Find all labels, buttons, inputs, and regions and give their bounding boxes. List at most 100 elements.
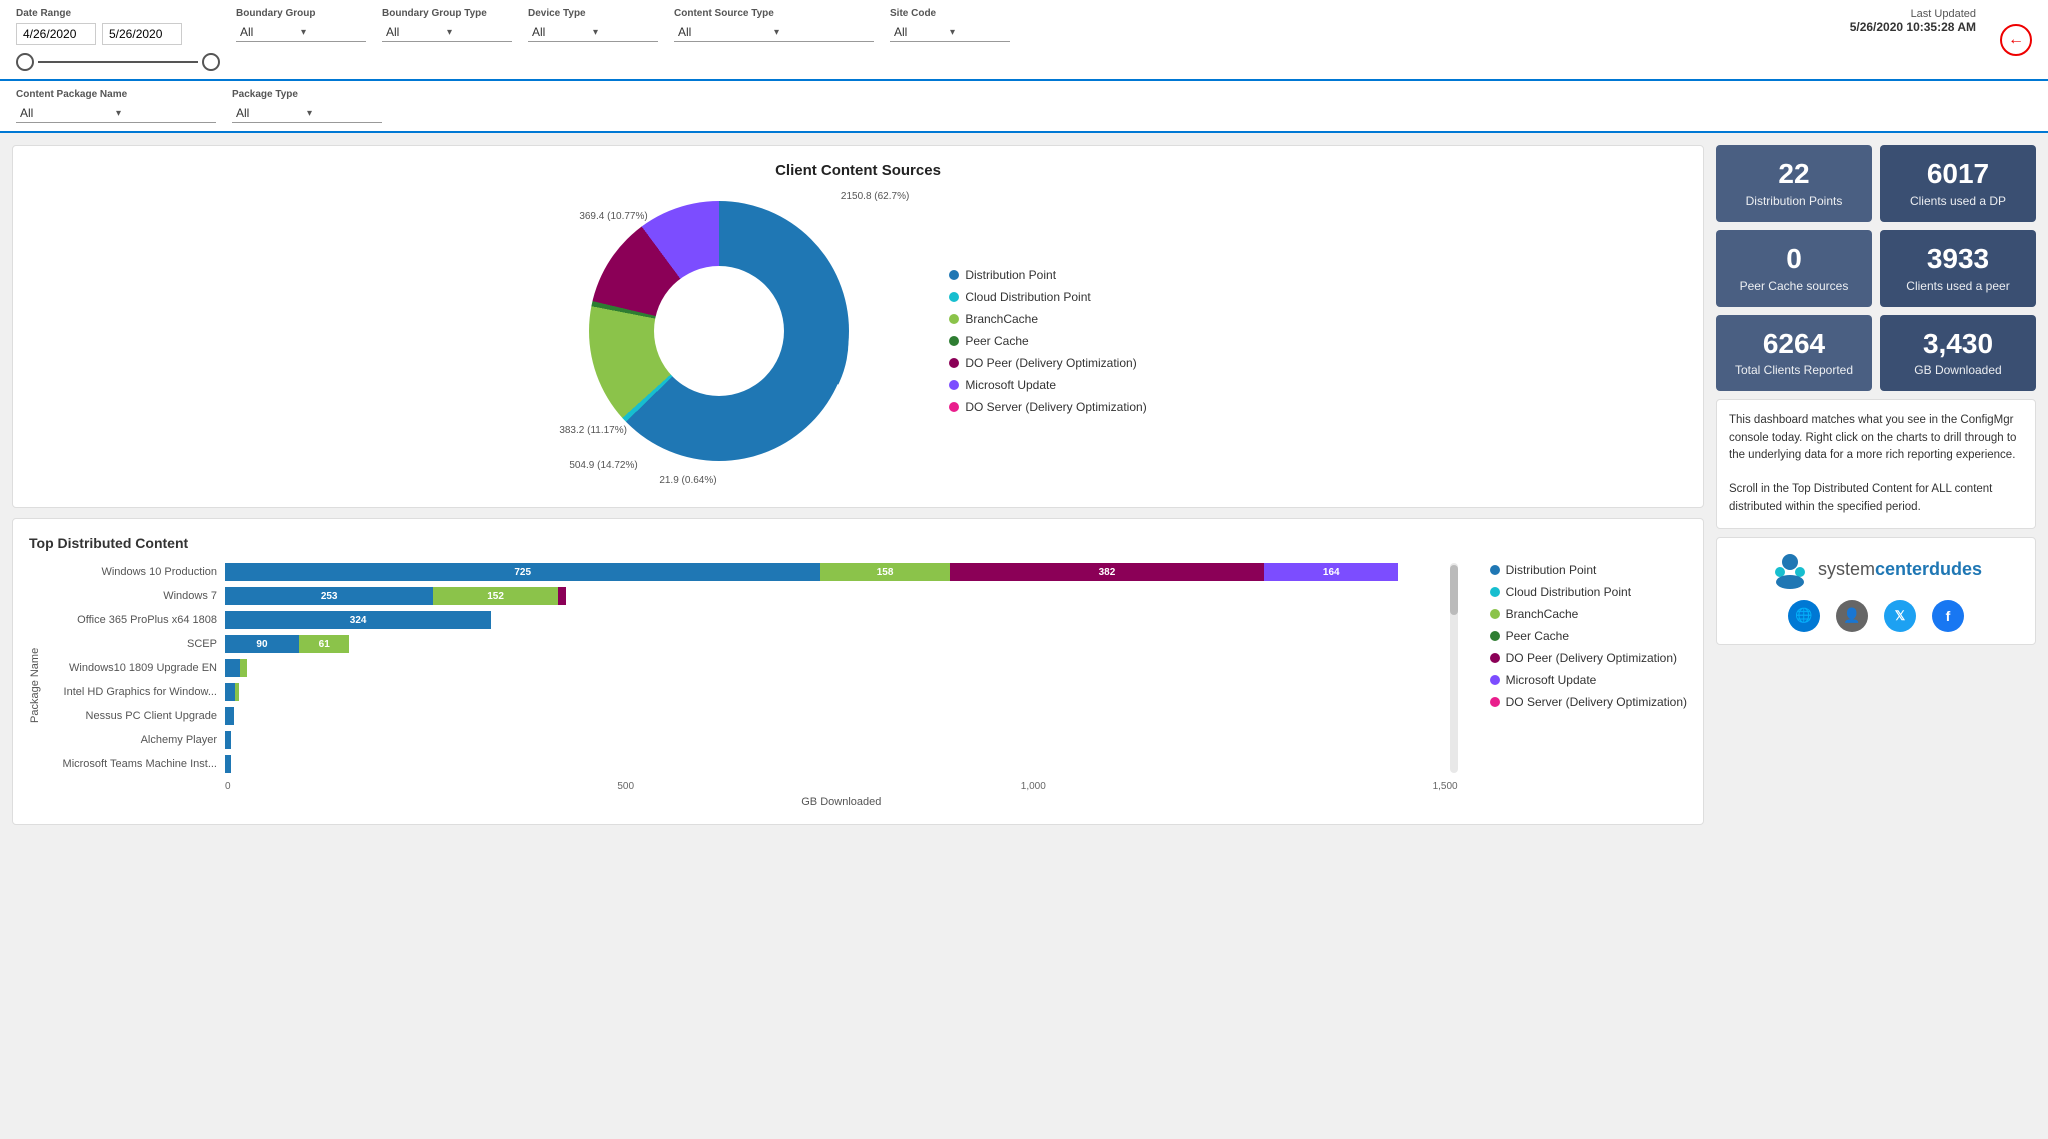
stat-label-total-clients: Total Clients Reported: [1732, 363, 1856, 377]
legend-item-ms-update: Microsoft Update: [949, 378, 1146, 392]
donut-label-dopeer: 383.2 (11.17%): [559, 425, 627, 436]
stat-card-peer-cache: 0 Peer Cache sources: [1716, 230, 1872, 307]
package-type-select[interactable]: All ▾: [232, 104, 382, 123]
content-package-name-value: All: [20, 106, 116, 120]
donut-hole: [654, 266, 784, 396]
brand-light: system: [1818, 559, 1875, 579]
facebook-button[interactable]: f: [1932, 600, 1964, 632]
bar-legend-item-cloud-dp: Cloud Distribution Point: [1490, 585, 1687, 599]
content-source-type-select[interactable]: All ▾: [674, 23, 874, 42]
bar-legend-item-do-server: DO Server (Delivery Optimization): [1490, 695, 1687, 709]
date-to-input[interactable]: [102, 23, 182, 45]
donut-chart-title: Client Content Sources: [29, 162, 1687, 179]
bar-segments: 725 158 382 164: [225, 563, 1458, 581]
stat-number-peer-cache: 0: [1732, 244, 1856, 275]
bar-legend-dot-branchcache: [1490, 609, 1500, 619]
bar-label: Intel HD Graphics for Window...: [57, 686, 217, 698]
package-type-filter: Package Type All ▾: [232, 89, 382, 123]
bar-segments: 90 61: [225, 635, 1458, 653]
bar-seg: [225, 683, 235, 701]
info-para-1: This dashboard matches what you see in t…: [1729, 412, 2023, 464]
top-bar: Date Range Boundary Group All ▾ Boundary…: [0, 0, 2048, 81]
bar-chart-area: Package Name Windows 10 Production 725 1…: [29, 563, 1687, 808]
stat-label-clients-peer: Clients used a peer: [1896, 279, 2020, 293]
twitter-button[interactable]: 𝕏: [1884, 600, 1916, 632]
table-row: Windows10 1809 Upgrade EN: [57, 659, 1458, 677]
stat-number-total-clients: 6264: [1732, 329, 1856, 360]
brand-bold: centerdudes: [1875, 559, 1982, 579]
bar-seg: 158: [820, 563, 949, 581]
scrollbar-thumb[interactable]: [1450, 565, 1458, 615]
back-button[interactable]: ←: [2000, 24, 2032, 56]
legend-item-dp: Distribution Point: [949, 268, 1146, 282]
table-row: Windows 10 Production 725 158 382 164: [57, 563, 1458, 581]
bar-seg: [225, 731, 231, 749]
bar-seg: [225, 755, 231, 773]
date-range-label: Date Range: [16, 8, 220, 19]
package-type-value: All: [236, 106, 307, 120]
boundary-group-type-select[interactable]: All ▾: [382, 23, 512, 42]
donut-label-msupdate: 369.4 (10.77%): [579, 211, 647, 222]
boundary-group-label: Boundary Group: [236, 8, 366, 19]
table-row: SCEP 90 61: [57, 635, 1458, 653]
bar-label: Windows10 1809 Upgrade EN: [57, 662, 217, 674]
slider-left-handle[interactable]: [16, 53, 34, 71]
device-type-chevron: ▾: [593, 27, 654, 38]
legend-label-cloud-dp: Cloud Distribution Point: [965, 290, 1090, 304]
content-package-name-select[interactable]: All ▾: [16, 104, 216, 123]
bar-legend-item-ms-update: Microsoft Update: [1490, 673, 1687, 687]
bar-segments: 253 152: [225, 587, 1458, 605]
donut-label-branchcache: 504.9 (14.72%): [569, 460, 637, 471]
x-tick: 0: [225, 781, 231, 792]
donut-label-dp: 2150.8 (62.7%): [841, 191, 909, 202]
x-tick: 500: [617, 781, 634, 792]
site-code-value: All: [894, 25, 950, 39]
bar-legend-label-do-server: DO Server (Delivery Optimization): [1506, 695, 1687, 709]
legend-dot-do-peer: [949, 358, 959, 368]
bar-legend-label-peer-cache: Peer Cache: [1506, 629, 1569, 643]
bar-x-ticks: 0 500 1,000 1,500: [225, 781, 1458, 792]
legend-dot-dp: [949, 270, 959, 280]
bar-legend-dot-peer-cache: [1490, 631, 1500, 641]
table-row: Office 365 ProPlus x64 1808 324: [57, 611, 1458, 629]
bar-seg: 382: [950, 563, 1264, 581]
stat-number-clients-dp: 6017: [1896, 159, 2020, 190]
bar-segments: [225, 731, 1458, 749]
main-content: Client Content Sources: [0, 133, 2048, 837]
legend-item-branchcache: BranchCache: [949, 312, 1146, 326]
bar-label: Alchemy Player: [57, 734, 217, 746]
device-type-filter: Device Type All ▾: [528, 8, 658, 42]
bar-label: Windows 10 Production: [57, 566, 217, 578]
bar-label: SCEP: [57, 638, 217, 650]
boundary-group-select[interactable]: All ▾: [236, 23, 366, 42]
bar-segments: 324: [225, 611, 1458, 629]
boundary-group-chevron: ▾: [301, 27, 362, 38]
boundary-group-type-label: Boundary Group Type: [382, 8, 512, 19]
stat-number-dp: 22: [1732, 159, 1856, 190]
legend-dot-cloud-dp: [949, 292, 959, 302]
device-type-select[interactable]: All ▾: [528, 23, 658, 42]
device-type-value: All: [532, 25, 593, 39]
site-code-select[interactable]: All ▾: [890, 23, 1010, 42]
table-row: Alchemy Player: [57, 731, 1458, 749]
bar-chart-card: Top Distributed Content Package Name Win…: [12, 518, 1704, 825]
table-row: Intel HD Graphics for Window...: [57, 683, 1458, 701]
globe-button[interactable]: 🌐: [1788, 600, 1820, 632]
date-from-input[interactable]: [16, 23, 96, 45]
bar-chart-legend: Distribution Point Cloud Distribution Po…: [1490, 563, 1687, 808]
device-type-label: Device Type: [528, 8, 658, 19]
legend-item-do-server: DO Server (Delivery Optimization): [949, 400, 1146, 414]
bar-legend-label-ms-update: Microsoft Update: [1506, 673, 1597, 687]
donut-with-labels: 2150.8 (62.7%) 504.9 (14.72%) 383.2 (11.…: [569, 191, 909, 491]
bar-legend-dot-dp: [1490, 565, 1500, 575]
scd-logo-icon: [1770, 550, 1810, 590]
content-package-name-filter: Content Package Name All ▾: [16, 89, 216, 123]
bar-legend-label-do-peer: DO Peer (Delivery Optimization): [1506, 651, 1677, 665]
stat-row-2: 0 Peer Cache sources 3933 Clients used a…: [1716, 230, 2036, 307]
slider-right-handle[interactable]: [202, 53, 220, 71]
legend-dot-peer-cache: [949, 336, 959, 346]
support-button[interactable]: 👤: [1836, 600, 1868, 632]
stat-card-total-clients: 6264 Total Clients Reported: [1716, 315, 1872, 392]
site-code-chevron: ▾: [950, 27, 1006, 38]
right-panel: 22 Distribution Points 6017 Clients used…: [1716, 145, 2036, 825]
